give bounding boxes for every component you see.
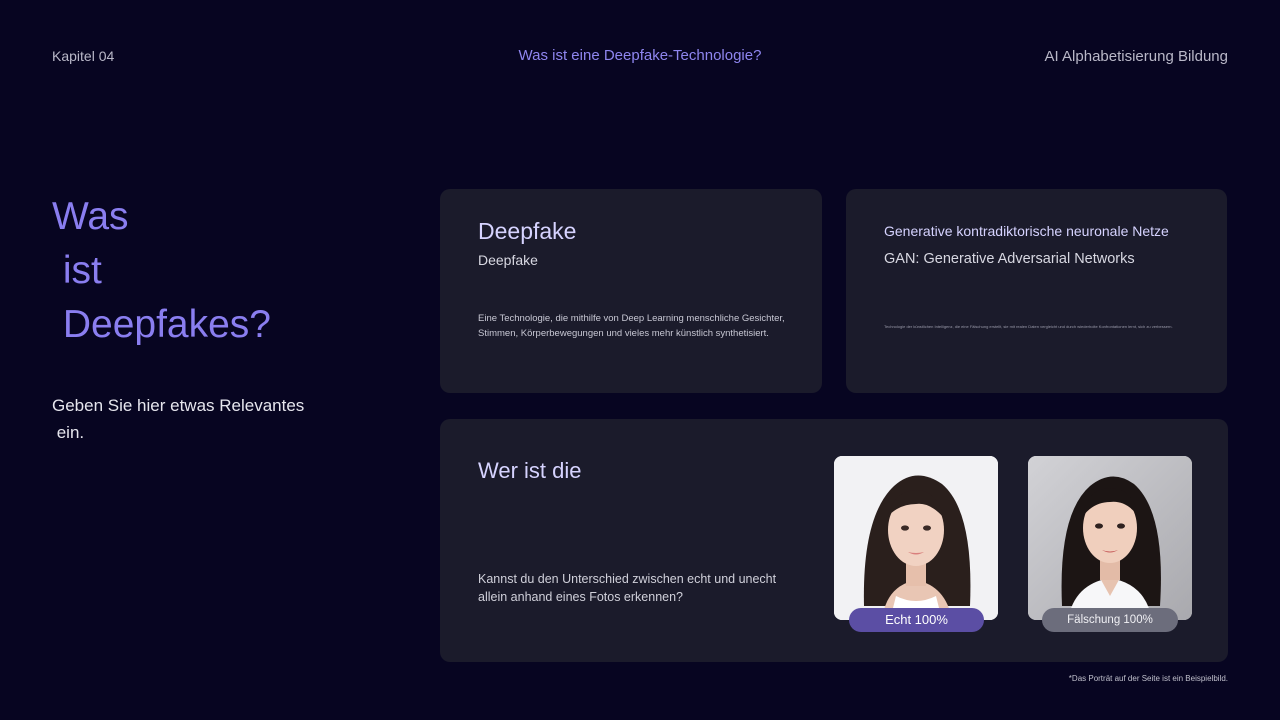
gan-card-text: Technologie der künstlichen Intelligenz,… xyxy=(884,324,1173,329)
hero-title-line-1: Was xyxy=(52,195,129,238)
hero-subtitle: Geben Sie hier etwas Relevantes ein. xyxy=(52,396,305,442)
hero-title: Was ist Deepfakes? xyxy=(52,190,271,352)
quiz-card-title: Wer ist die xyxy=(478,458,582,483)
footnote: *Das Porträt auf der Seite ist ein Beisp… xyxy=(1068,674,1228,683)
quiz-card-text: Kannst du den Unterschied zwischen echt … xyxy=(478,572,777,604)
hero-title-line-2: ist xyxy=(52,249,102,292)
quiz-card: Wer ist die Kannst du den Unterschied zw… xyxy=(440,419,1228,662)
hero-title-line-3: Deepfakes? xyxy=(52,303,271,346)
gan-card: Generative kontradiktorische neuronale N… xyxy=(846,189,1227,393)
gan-card-subtitle: GAN: Generative Adversarial Networks xyxy=(884,251,1135,267)
real-portrait-image xyxy=(834,456,998,620)
deepfake-card-subtitle: Deepfake xyxy=(478,252,538,268)
fake-portrait-image xyxy=(1028,456,1192,620)
deepfake-card: Deepfake Deepfake Eine Technologie, die … xyxy=(440,189,822,393)
real-badge: Echt 100% xyxy=(849,608,984,632)
brand-label: AI Alphabetisierung Bildung xyxy=(1044,48,1228,65)
deepfake-card-title: Deepfake xyxy=(478,218,577,244)
gan-card-title: Generative kontradiktorische neuronale N… xyxy=(884,223,1169,239)
fake-badge: Fälschung 100% xyxy=(1042,608,1178,632)
deepfake-card-text: Eine Technologie, die mithilfe von Deep … xyxy=(478,313,785,339)
